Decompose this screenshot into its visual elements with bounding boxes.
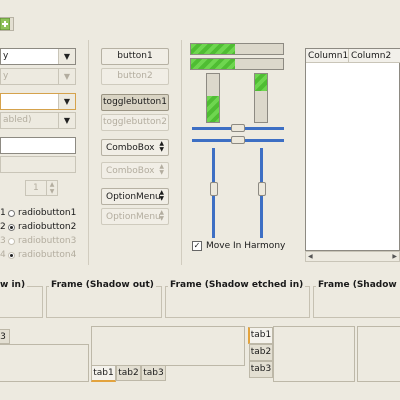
progress-fill <box>191 59 236 69</box>
updown-icon: ▲ ▼ <box>159 140 164 153</box>
chevron-down-icon[interactable]: ▼ <box>58 94 75 109</box>
chevron-down-icon: ▼ <box>58 113 75 128</box>
vscale-2-handle[interactable] <box>258 182 266 197</box>
toggle-button-1[interactable]: togglebutton1 <box>101 94 169 111</box>
radio-label: radiobutton1 <box>18 208 77 218</box>
notebook-left-tab[interactable]: 3 <box>0 329 10 344</box>
button-1[interactable]: button1 <box>101 48 169 65</box>
toolbar <box>0 0 400 40</box>
progress-bar-horizontal-1 <box>190 43 284 55</box>
combo-entry-1[interactable]: ▼ <box>0 93 76 110</box>
notebook-left-panel <box>0 344 89 382</box>
combo-box-1[interactable]: y ▼ <box>0 48 76 65</box>
notebook-side-tab-2[interactable]: tab2 <box>249 344 273 361</box>
scroll-right-icon[interactable]: ▶ <box>392 252 397 262</box>
notebook-bottom-panel <box>91 326 245 366</box>
updown-icon: ▲ ▼ <box>159 189 164 202</box>
separator <box>181 40 182 265</box>
spin-button-value: 1 <box>33 183 39 193</box>
notebook-side-tab-3[interactable]: tab3 <box>249 361 273 378</box>
radio-circle[interactable] <box>8 209 15 217</box>
frame-shadow-in-label: w in) <box>0 280 28 290</box>
harmony-label: Move In Harmony <box>206 241 286 251</box>
combo-box-1-value: y <box>3 51 9 61</box>
column-header-2[interactable]: Column2 <box>349 49 400 63</box>
option-menu-1-label: OptionMenu <box>106 192 161 202</box>
radio-label: radiobutton3 <box>18 236 77 246</box>
radio-circle <box>8 251 15 259</box>
chevron-down-icon: ▼ <box>58 69 75 84</box>
scroll-left-icon[interactable]: ◀ <box>308 252 313 262</box>
frame-shadow-etched-out-label: Frame (Shadow etched o <box>316 280 400 290</box>
option-menu-2-label: OptionMenu <box>106 212 161 222</box>
combobox-button-2-label: ComboBox <box>106 166 155 176</box>
frame-shadow-in <box>0 286 43 318</box>
notebook-side-tab-1[interactable]: tab1 <box>248 327 273 344</box>
updown-icon: ▲ ▼ <box>159 209 164 222</box>
tree-view[interactable]: Column1 Column2 <box>305 48 400 251</box>
radio-prefix: 1 <box>0 208 6 218</box>
updown-icon: ▲ ▼ <box>159 163 164 176</box>
radio-circle <box>8 237 15 245</box>
frame-shadow-etched-in <box>165 286 310 318</box>
combo-box-2-value: y <box>3 71 9 81</box>
toggle-button-2-disabled: togglebutton2 <box>101 114 169 131</box>
frame-shadow-out <box>46 286 162 318</box>
radio-label: radiobutton2 <box>18 222 77 232</box>
progress-fill <box>191 44 236 54</box>
horizontal-scrollbar[interactable]: ◀ ▶ <box>305 251 400 262</box>
harmony-checkbox-row[interactable]: ✓ Move In Harmony <box>192 241 285 251</box>
notebook-bottom-tab-2[interactable]: tab2 <box>116 365 141 381</box>
hscale-2-handle[interactable] <box>231 136 245 144</box>
combobox-button-1[interactable]: ComboBox ▲ ▼ <box>101 139 169 156</box>
radio-item-4: 4 radiobutton4 <box>0 248 90 262</box>
frame-shadow-etched-out <box>313 286 400 318</box>
spin-arrows-icon: ▲ ▼ <box>46 181 57 195</box>
separator <box>88 40 89 265</box>
combobox-button-1-label: ComboBox <box>106 143 155 153</box>
combobox-button-2-disabled: ComboBox ▲ ▼ <box>101 162 169 179</box>
frame-shadow-out-label: Frame (Shadow out) <box>49 280 156 290</box>
spin-button: 1 ▲ ▼ <box>25 180 58 196</box>
progress-bar-vertical-2 <box>254 73 268 123</box>
column-header-1[interactable]: Column1 <box>306 49 349 63</box>
radio-circle[interactable] <box>8 223 15 231</box>
combo-entry-2-disabled: abled) ▼ <box>0 112 76 129</box>
radio-item-2[interactable]: 2 radiobutton2 <box>0 220 90 234</box>
progress-fill <box>207 95 219 122</box>
radio-prefix: 3 <box>0 236 6 246</box>
option-menu-1[interactable]: OptionMenu ▲ ▼ <box>101 188 169 205</box>
chevron-down-icon[interactable]: ▼ <box>58 49 75 64</box>
radio-label: radiobutton4 <box>18 250 77 260</box>
progress-bar-horizontal-2 <box>190 58 284 70</box>
notebook-bottom-tab-1[interactable]: tab1 <box>91 365 116 382</box>
text-entry-1[interactable] <box>0 137 76 154</box>
radio-group: 1 radiobutton1 2 radiobutton2 3 radiobut… <box>0 206 90 262</box>
radio-item-1[interactable]: 1 radiobutton1 <box>0 206 90 220</box>
combo-entry-2-value: abled) <box>3 115 32 125</box>
text-entry-2-disabled <box>0 156 76 173</box>
progress-bar-vertical-1 <box>206 73 220 123</box>
progress-fill <box>255 74 267 91</box>
button-2-disabled: button2 <box>101 68 169 85</box>
add-icon <box>0 18 10 30</box>
notebook-right-panel <box>357 326 400 382</box>
combo-box-2-disabled: y ▼ <box>0 68 76 85</box>
radio-prefix: 4 <box>0 250 6 260</box>
hscale-1-handle[interactable] <box>231 124 245 132</box>
notebook-side-panel <box>273 326 355 382</box>
vscale-1-handle[interactable] <box>210 182 218 197</box>
check-icon[interactable]: ✓ <box>192 241 202 251</box>
radio-prefix: 2 <box>0 222 6 232</box>
frame-shadow-etched-in-label: Frame (Shadow etched in) <box>168 280 306 290</box>
radio-item-3: 3 radiobutton3 <box>0 234 90 248</box>
option-menu-2-disabled: OptionMenu ▲ ▼ <box>101 208 169 225</box>
notebook-bottom-tab-3[interactable]: tab3 <box>141 365 166 381</box>
